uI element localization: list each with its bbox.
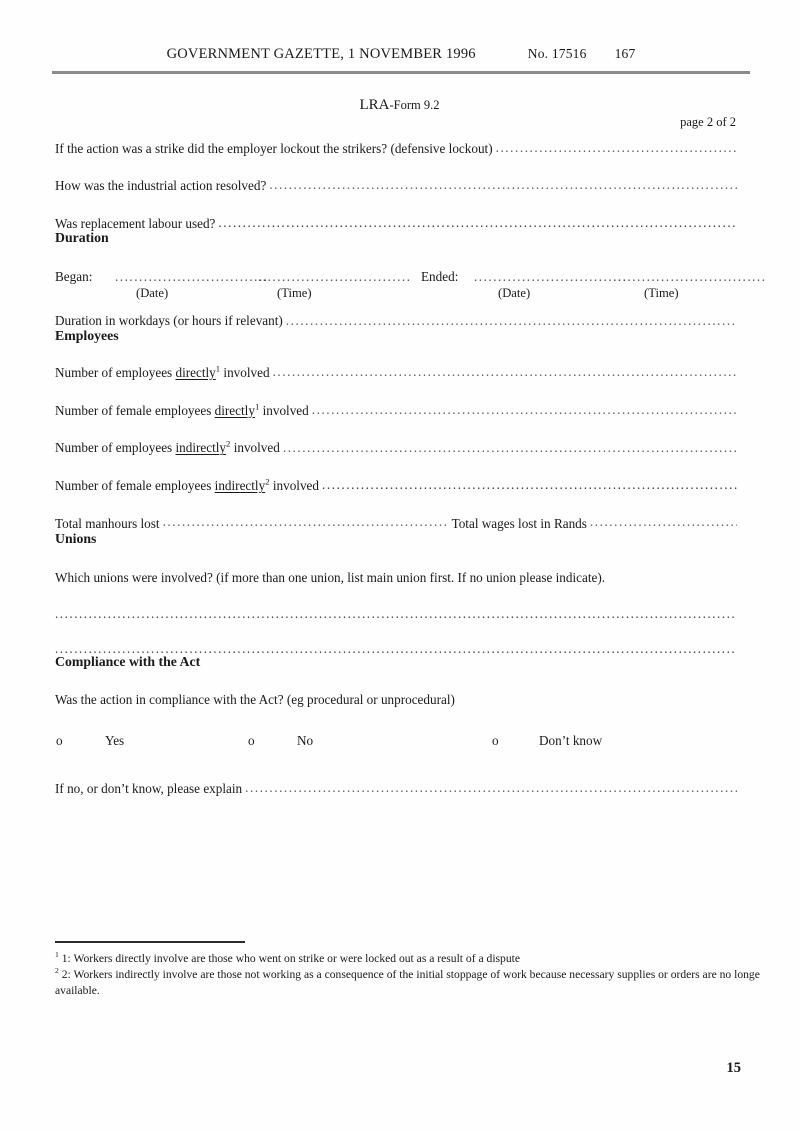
employees-blank-female-directly[interactable]: [312, 402, 737, 415]
answer-blank-lockout[interactable]: [496, 140, 737, 153]
employees-blank-directly[interactable]: [273, 364, 737, 377]
employees-label-indirectly-post: involved: [230, 440, 280, 456]
form-title-main: LRA: [359, 97, 390, 113]
checkbox-yes[interactable]: o: [56, 734, 63, 747]
footnote-2-marker: 2: [55, 966, 59, 976]
footnote-2: 2 2: Workers indirectly involve are thos…: [55, 967, 761, 999]
compliance-explain-label: If no, or don’t know, please explain: [55, 780, 243, 796]
total-wages-blank[interactable]: [590, 515, 737, 528]
folio-number: 15: [726, 1060, 742, 1076]
form-title: LRA-Form 9.2: [0, 96, 799, 114]
began-date-caption: (Date): [136, 285, 169, 300]
employees-label-indirectly: Number of employees indirectly2 involved: [55, 440, 280, 456]
began-label: Began:: [55, 268, 93, 284]
employees-label-female-indirectly-pre: Number of female employees: [55, 478, 215, 494]
checkbox-label-dont-know[interactable]: Don’t know: [539, 734, 602, 747]
section-heading-unions: Unions: [55, 530, 97, 546]
employees-label-female-directly-pre: Number of female employees: [55, 402, 215, 418]
unions-answer-line-1[interactable]: [55, 608, 737, 621]
employees-label-directly-pre: Number of employees: [55, 364, 176, 380]
employees-row-directly: Number of employees directly1 involved: [55, 364, 737, 380]
employees-emph-indirectly: indirectly: [175, 440, 227, 456]
began-date-blank[interactable]: ................................: [115, 269, 269, 285]
question-row-replacement-labour: Was replacement labour used?: [55, 215, 737, 231]
employees-label-indirectly-pre: Number of employees: [55, 440, 176, 456]
employees-label-directly-post: involved: [220, 364, 270, 380]
total-manhours-blank[interactable]: [163, 515, 448, 528]
checkbox-no[interactable]: o: [248, 734, 255, 747]
footnote-block: 1 1: Workers directly involve are those …: [55, 951, 761, 999]
unions-question: Which unions were involved? (if more tha…: [55, 569, 606, 585]
ended-time-caption: (Time): [644, 285, 679, 300]
form-title-sub: -Form 9.2: [389, 98, 440, 112]
gazette-page-number: 167: [614, 46, 636, 61]
checkbox-label-no[interactable]: No: [297, 734, 313, 747]
document-page: GOVERNMENT GAZETTE, 1 NOVEMBER 1996 No. …: [0, 0, 799, 1130]
question-label-replacement-labour: Was replacement labour used?: [55, 215, 216, 231]
form-body: If the action was a strike did the emplo…: [55, 140, 765, 796]
header-rule: [52, 71, 750, 74]
employees-label-female-indirectly-post: involved: [269, 478, 320, 494]
compliance-options: o Yes o No o Don’t know: [55, 734, 737, 754]
ended-date-caption: (Date): [498, 285, 531, 300]
question-label-lockout: If the action was a strike did the emplo…: [55, 140, 493, 156]
employees-row-female-indirectly: Number of female employees indirectly2 i…: [55, 477, 737, 494]
employees-blank-female-indirectly[interactable]: [322, 478, 737, 491]
total-wages-label: Total wages lost in Rands: [451, 515, 587, 531]
question-row-lockout: If the action was a strike did the emplo…: [55, 140, 737, 156]
running-head: GOVERNMENT GAZETTE, 1 NOVEMBER 1996 No. …: [52, 46, 750, 66]
employees-label-directly: Number of employees directly1 involved: [55, 364, 270, 380]
footnote-1-text: 1: Workers directly involve are those wh…: [61, 952, 521, 965]
question-label-resolved: How was the industrial action resolved?: [55, 178, 267, 194]
duration-workdays-blank[interactable]: [286, 313, 737, 326]
began-time-blank[interactable]: ................................: [258, 269, 412, 285]
began-time-caption: (Time): [277, 285, 312, 300]
question-row-resolved: How was the industrial action resolved?: [55, 178, 737, 194]
ended-time-blank[interactable]: ................................: [613, 269, 767, 285]
footnote-2-text: 2: Workers indirectly involve are those …: [55, 967, 760, 997]
answer-blank-replacement-labour[interactable]: [218, 215, 737, 228]
footnote-1-marker: 1: [55, 950, 59, 960]
answer-blank-resolved[interactable]: [269, 178, 737, 191]
gazette-title: GOVERNMENT GAZETTE, 1 NOVEMBER 1996: [166, 46, 476, 62]
employees-blank-indirectly[interactable]: [283, 440, 737, 453]
ended-label: Ended:: [421, 268, 459, 284]
duration-workdays-row: Duration in workdays (or hours if releva…: [55, 313, 737, 329]
duration-began-ended-row: Began: ................................ …: [55, 268, 765, 305]
employees-row-indirectly: Number of employees indirectly2 involved: [55, 440, 737, 456]
gazette-number: No. 17516: [527, 46, 587, 61]
checkbox-dont-know[interactable]: o: [492, 734, 499, 747]
ended-date-blank[interactable]: ................................: [474, 269, 628, 285]
unions-answer-line-2[interactable]: [55, 642, 737, 655]
employees-emph-female-indirectly: indirectly: [214, 478, 266, 494]
employees-label-female-directly-post: involved: [259, 402, 309, 418]
checkbox-label-yes[interactable]: Yes: [105, 734, 124, 747]
section-heading-employees: Employees: [55, 327, 119, 343]
section-heading-compliance: Compliance with the Act: [55, 653, 201, 669]
footnote-separator-rule: [55, 941, 245, 943]
section-heading-duration: Duration: [55, 230, 109, 246]
total-manhours-label: Total manhours lost: [55, 515, 160, 531]
employees-label-female-indirectly: Number of female employees indirectly2 i…: [55, 477, 320, 494]
employees-emph-female-directly: directly: [214, 402, 255, 418]
totals-row: Total manhours lost Total wages lost in …: [55, 515, 737, 532]
compliance-explain-blank[interactable]: [245, 780, 737, 793]
employees-emph-directly: directly: [175, 364, 216, 380]
duration-workdays-label: Duration in workdays (or hours if releva…: [55, 313, 283, 329]
employees-row-female-directly: Number of female employees directly1 inv…: [55, 402, 737, 418]
employees-label-female-directly: Number of female employees directly1 inv…: [55, 402, 309, 418]
compliance-explain-row: If no, or don’t know, please explain: [55, 780, 737, 796]
footnote-1: 1 1: Workers directly involve are those …: [55, 951, 761, 967]
compliance-question: Was the action in compliance with the Ac…: [55, 692, 455, 708]
page-of-label: page 2 of 2: [680, 115, 736, 129]
